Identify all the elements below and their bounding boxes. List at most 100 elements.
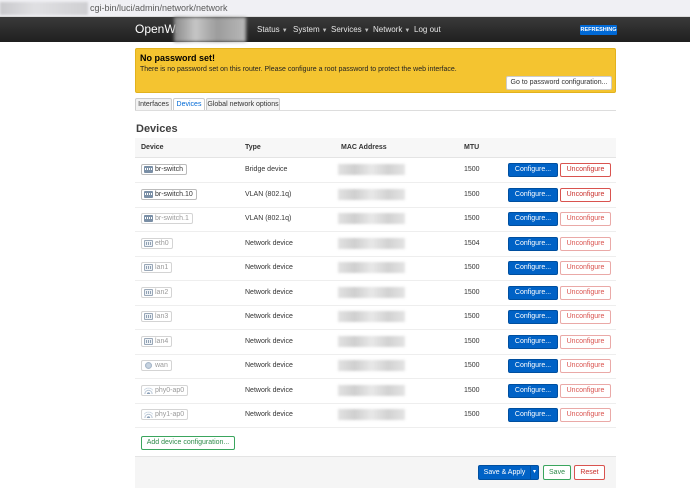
chevron-down-icon: ▼: [363, 28, 370, 34]
device-name: phy0-ap0: [155, 386, 185, 394]
unconfigure-button[interactable]: Unconfigure: [560, 408, 611, 422]
menu-network[interactable]: Network ▼: [373, 25, 410, 34]
device-badge[interactable]: phy1-ap0: [141, 409, 189, 420]
configure-button[interactable]: Configure...: [508, 212, 558, 226]
device-badge[interactable]: lan1: [141, 262, 173, 273]
configure-button[interactable]: Configure...: [508, 261, 558, 275]
unconfigure-button[interactable]: Unconfigure: [560, 334, 611, 349]
device-mtu: 1500: [464, 288, 480, 296]
add-device-configuration-button[interactable]: Add device configuration...: [141, 436, 235, 450]
redacted-host: [0, 2, 88, 15]
device-name: br-switch.1: [155, 215, 189, 222]
device-badge[interactable]: br-switch: [141, 164, 188, 175]
menu-services-label: Services: [331, 25, 362, 34]
device-name: lan2: [155, 288, 169, 296]
unconfigure-button[interactable]: Unconfigure: [560, 163, 611, 177]
menu-status[interactable]: Status ▼: [257, 25, 288, 34]
redacted-mac-address: [338, 188, 405, 200]
form-footer: Save & Apply ▾ Save Reset: [135, 456, 616, 488]
configure-button[interactable]: Configure...: [508, 310, 558, 324]
tabs-divider: [135, 110, 616, 111]
save-and-apply-button[interactable]: Save & Apply: [478, 465, 531, 480]
device-mtu: 1500: [464, 166, 480, 173]
device-name: br-switch: [155, 166, 184, 173]
chevron-down-icon: ▼: [281, 28, 288, 34]
ethernet-port-icon: [144, 288, 153, 296]
device-badge[interactable]: lan2: [141, 286, 173, 298]
unconfigure-button[interactable]: Unconfigure: [560, 261, 611, 275]
menu-services[interactable]: Services ▼: [331, 25, 370, 34]
menu-network-label: Network: [373, 25, 403, 34]
section-title: Devices: [136, 123, 178, 135]
device-badge[interactable]: wan: [141, 360, 172, 371]
redacted-mac-address: [338, 286, 405, 298]
col-type: Type: [245, 144, 261, 151]
redacted-mac-address: [338, 360, 405, 371]
device-badge[interactable]: eth0: [141, 237, 173, 249]
go-to-password-button[interactable]: Go to password configuration...: [506, 76, 612, 90]
device-badge[interactable]: lan4: [141, 335, 173, 347]
table-row: lan2 Network device 1500 Configure... Unconf…: [135, 281, 616, 306]
unconfigure-button[interactable]: Unconfigure: [560, 236, 611, 251]
device-type: Network device: [245, 411, 293, 418]
configure-button[interactable]: Configure...: [508, 408, 558, 422]
redacted-mac-address: [338, 213, 405, 224]
unconfigure-button[interactable]: Unconfigure: [560, 359, 611, 373]
redacted-mac-address: [338, 409, 405, 420]
device-type: Network device: [245, 264, 293, 271]
ethernet-port-icon: [144, 239, 153, 247]
configure-button[interactable]: Configure...: [508, 383, 558, 398]
device-type: Network device: [245, 362, 293, 369]
configure-button[interactable]: Configure...: [508, 359, 558, 373]
ethernet-port-icon: [144, 313, 153, 320]
menu-system[interactable]: System ▼: [293, 25, 328, 34]
menu-logout[interactable]: Log out: [414, 25, 441, 34]
unconfigure-button[interactable]: Unconfigure: [560, 187, 611, 202]
brand-logo[interactable]: OpenWr: [135, 22, 179, 36]
browser-url-bar[interactable]: cgi-bin/luci/admin/network/network: [0, 0, 690, 17]
unconfigure-button[interactable]: Unconfigure: [560, 285, 611, 300]
device-type: Network device: [245, 313, 293, 320]
configure-button[interactable]: Configure...: [508, 236, 558, 251]
unconfigure-button[interactable]: Unconfigure: [560, 383, 611, 398]
device-mtu: 1500: [464, 386, 480, 394]
chevron-down-icon: ▼: [404, 28, 411, 34]
configure-button[interactable]: Configure...: [508, 187, 558, 202]
device-name: phy1-ap0: [155, 411, 185, 418]
switch-icon: [144, 215, 153, 222]
unconfigure-button[interactable]: Unconfigure: [560, 212, 611, 226]
redacted-mac-address: [338, 311, 405, 322]
table-row: br-switch Bridge device 1500 Configure... Un…: [135, 158, 616, 183]
device-name: lan4: [155, 337, 169, 345]
table-row: br-switch.1 VLAN (802.1q) 1500 Configure...…: [135, 207, 616, 232]
configure-button[interactable]: Configure...: [508, 285, 558, 300]
table-row: eth0 Network device 1504 Configure... Unconf…: [135, 232, 616, 257]
device-mtu: 1504: [464, 239, 480, 247]
device-mtu: 1500: [464, 215, 480, 222]
device-name: br-switch.10: [155, 190, 193, 198]
redacted-mac-address: [338, 237, 405, 249]
save-apply-dropdown-toggle[interactable]: ▾: [530, 465, 539, 480]
device-badge[interactable]: phy0-ap0: [141, 384, 189, 396]
reset-button[interactable]: Reset: [574, 465, 605, 480]
configure-button[interactable]: Configure...: [508, 334, 558, 349]
save-button[interactable]: Save: [543, 465, 571, 480]
table-row: lan3 Network device 1500 Configure... Unconf…: [135, 305, 616, 330]
refreshing-badge[interactable]: REFRESHING: [580, 25, 617, 35]
col-mac: MAC Address: [341, 144, 387, 151]
table-row: wan Network device 1500 Configure... Unconfi…: [135, 354, 616, 379]
switch-icon: [144, 190, 153, 198]
chevron-down-icon: ▼: [321, 28, 328, 34]
col-device: Device: [141, 144, 164, 151]
device-type: Bridge device: [245, 166, 288, 173]
redacted-mac-address: [338, 384, 405, 396]
device-name: wan: [155, 362, 168, 369]
device-badge[interactable]: br-switch.10: [141, 188, 197, 200]
device-type: VLAN (802.1q): [245, 190, 292, 198]
configure-button[interactable]: Configure...: [508, 163, 558, 177]
device-badge[interactable]: lan3: [141, 311, 173, 322]
device-mtu: 1500: [464, 313, 480, 320]
device-badge[interactable]: br-switch.1: [141, 213, 193, 224]
unconfigure-button[interactable]: Unconfigure: [560, 310, 611, 324]
url-text[interactable]: cgi-bin/luci/admin/network/network: [90, 3, 228, 13]
